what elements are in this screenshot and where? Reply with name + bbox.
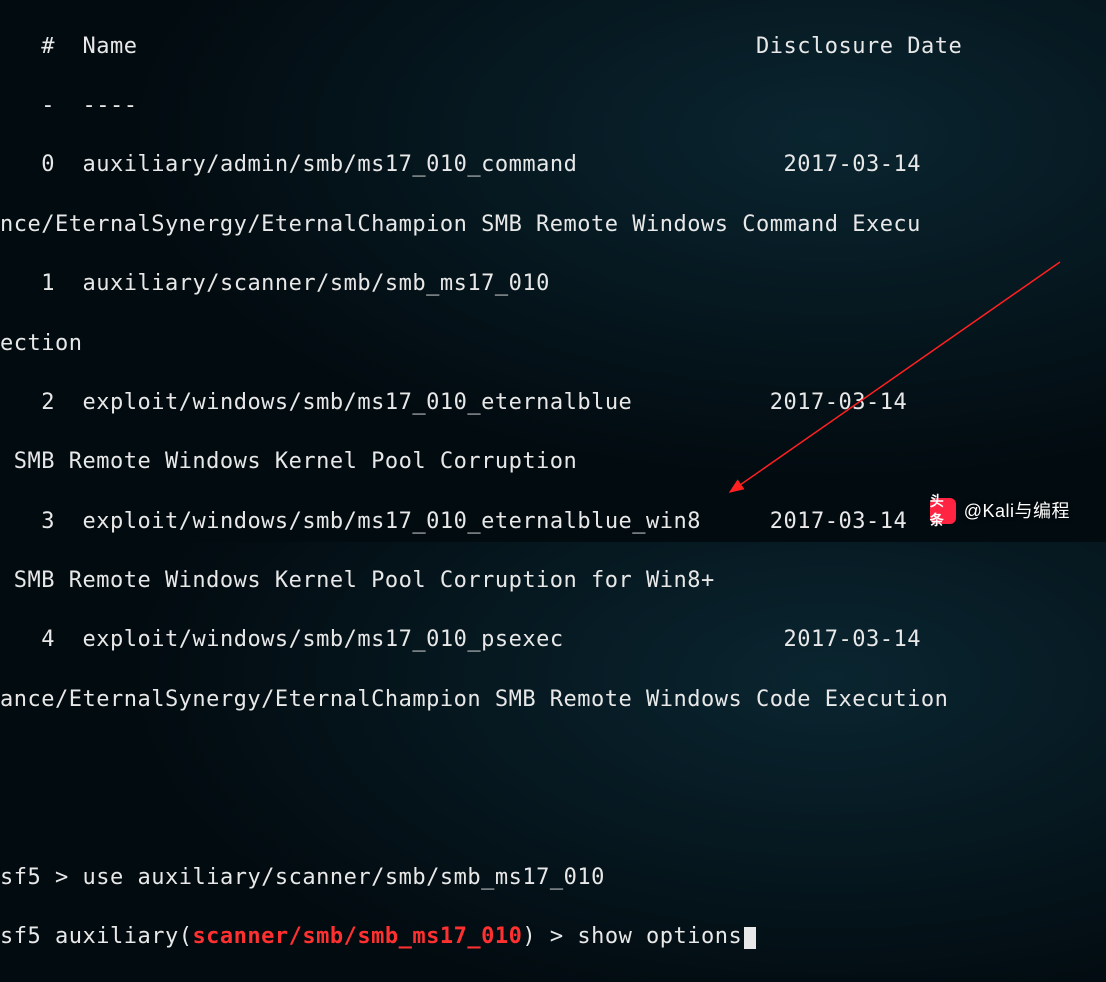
module-path: scanner/smb/smb_ms17_010 (192, 924, 522, 949)
divider-index: - (41, 93, 55, 118)
result-date: 2017-03-14 (784, 152, 921, 177)
result-index: 4 (41, 627, 55, 652)
terminal-output[interactable]: # Name Disclosure Date - ---- 0 auxiliar… (0, 0, 1106, 982)
table-row: 0 auxiliary/admin/smb/ms17_010_command 2… (0, 150, 1106, 180)
result-index: 2 (41, 390, 55, 415)
result-name: exploit/windows/smb/ms17_010_psexec (83, 627, 564, 652)
prompt-line-2[interactable]: sf5 auxiliary(scanner/smb/smb_ms17_010) … (0, 922, 1106, 952)
result-name: auxiliary/admin/smb/ms17_010_command (83, 152, 578, 177)
col-name-header: Name (83, 34, 138, 59)
divider-name: ---- (83, 93, 138, 118)
result-desc-wrap: nce/EternalSynergy/EternalChampion SMB R… (0, 210, 1106, 240)
prompt-prefix: sf5 (0, 924, 55, 949)
table-row: 1 auxiliary/scanner/smb/smb_ms17_010 (0, 269, 1106, 299)
watermark-handle: @Kali与编程 (964, 499, 1070, 523)
col-index-header: # (41, 34, 55, 59)
result-index: 1 (41, 271, 55, 296)
result-date: 2017-03-14 (770, 509, 907, 534)
result-name: exploit/windows/smb/ms17_010_eternalblue (83, 390, 633, 415)
prompt-arrow: > (41, 865, 82, 890)
result-name: auxiliary/scanner/smb/smb_ms17_010 (83, 271, 550, 296)
result-name: exploit/windows/smb/ms17_010_eternalblue… (83, 509, 702, 534)
watermark: 头条 @Kali与编程 (930, 498, 1070, 524)
table-row: 4 exploit/windows/smb/ms17_010_psexec 20… (0, 625, 1106, 655)
prompt-line-1[interactable]: sf5 > use auxiliary/scanner/smb/smb_ms17… (0, 863, 1106, 893)
prompt-arrow: > (536, 924, 577, 949)
result-index: 3 (41, 509, 55, 534)
context-close: ) (522, 924, 536, 949)
table-row: 2 exploit/windows/smb/ms17_010_eternalbl… (0, 388, 1106, 418)
context-label: auxiliary( (55, 924, 192, 949)
command-text: show options (577, 924, 742, 949)
col-date-header: Disclosure Date (756, 34, 962, 59)
command-text: use auxiliary/scanner/smb/smb_ms17_010 (83, 865, 605, 890)
header-row: # Name Disclosure Date (0, 32, 1106, 62)
blank-line (0, 744, 1106, 774)
result-desc-wrap: SMB Remote Windows Kernel Pool Corruptio… (0, 566, 1106, 596)
prompt-prefix: sf5 (0, 865, 41, 890)
divider-row: - ---- (0, 91, 1106, 121)
result-index: 0 (41, 152, 55, 177)
result-desc-wrap: SMB Remote Windows Kernel Pool Corruptio… (0, 447, 1106, 477)
result-date: 2017-03-14 (770, 390, 907, 415)
result-date: 2017-03-14 (784, 627, 921, 652)
cursor-icon (744, 927, 756, 949)
blank-line (0, 804, 1106, 834)
result-desc-wrap: ection (0, 329, 1106, 359)
toutiao-logo-icon: 头条 (930, 498, 956, 524)
result-desc-wrap: ance/EternalSynergy/EternalChampion SMB … (0, 685, 1106, 715)
